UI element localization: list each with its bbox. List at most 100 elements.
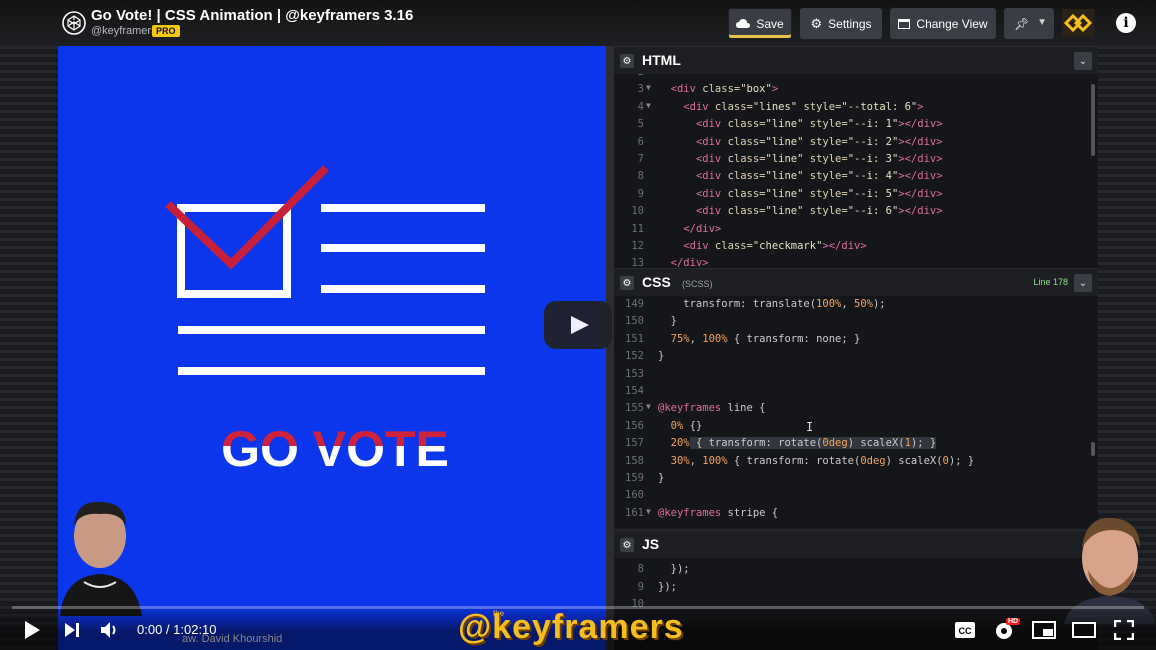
code-line[interactable]: 12 <div class="checkmark"></div>	[614, 240, 1098, 257]
code-token: });	[658, 563, 690, 576]
code-line[interactable]: 159}	[614, 472, 1098, 489]
gear-icon[interactable]: ⚙	[620, 276, 634, 290]
settings-label: Settings	[828, 16, 872, 31]
code-line[interactable]: 10 <div class="line" style="--i: 6"></di…	[614, 205, 1098, 222]
code-line[interactable]: 7 elevated: false,	[614, 558, 1098, 563]
miniplayer-icon[interactable]	[1032, 621, 1056, 639]
code-token: stripe {	[721, 506, 779, 519]
line-code: });	[658, 563, 690, 575]
code-token: @keyframes	[658, 506, 722, 519]
fullscreen-icon[interactable]	[1114, 620, 1134, 640]
line-code: }	[658, 315, 677, 327]
code-line[interactable]: 2	[614, 74, 1098, 83]
chevron-down-icon[interactable]: ⌄	[1074, 52, 1092, 70]
keyframers-logo-icon[interactable]	[1062, 9, 1094, 37]
chevron-down-icon[interactable]: ▼	[1037, 17, 1047, 28]
theater-mode-icon[interactable]	[1072, 622, 1096, 638]
code-line[interactable]: 151 75%, 100% { transform: none; }	[614, 333, 1098, 350]
code-line[interactable]: 8 <div class="line" style="--i: 4"></div…	[614, 170, 1098, 187]
line-number: 9	[637, 580, 644, 593]
code-token: 0deg	[860, 454, 886, 467]
code-token: { transform: rotate(	[689, 437, 823, 450]
code-line[interactable]: 13 </div>	[614, 257, 1098, 268]
captions-icon[interactable]: CC	[954, 621, 976, 639]
code-line[interactable]: 157 20% { transform: rotate(0deg) scaleX…	[614, 437, 1098, 454]
code-token: "line"	[765, 187, 804, 200]
line-number: 154	[625, 385, 644, 397]
html-code-editor[interactable]: 23▼ <div class="box">4▼ <div class="line…	[614, 74, 1098, 268]
fold-arrow-icon[interactable]: ▼	[646, 101, 651, 110]
video-frame[interactable]: Go Vote! | CSS Animation | @keyframers 3…	[0, 0, 1156, 650]
code-token: 50%	[854, 298, 873, 310]
fold-arrow-icon[interactable]: ▼	[646, 507, 651, 516]
code-token: <div	[695, 118, 722, 131]
code-line[interactable]: 4 ▼ <div class="lines" style="--total: 6"…	[614, 101, 1098, 118]
code-line[interactable]: 149 transform: translate(100%, 50%);	[614, 298, 1098, 315]
gear-icon[interactable]: ⚙	[620, 538, 634, 552]
volume-icon[interactable]	[99, 620, 119, 640]
code-line[interactable]: 153	[614, 368, 1098, 385]
code-token: "--i: 2"	[847, 135, 899, 148]
code-line[interactable]: 7 <div class="line" style="--i: 3"></div…	[614, 153, 1098, 170]
code-line[interactable]: 150 }	[614, 315, 1098, 332]
code-token: { transform: rotate(	[727, 454, 861, 467]
code-line[interactable]: 6 <div class="line" style="--i: 2"></div…	[614, 136, 1098, 153]
code-line[interactable]: 8 });	[614, 563, 1098, 580]
fold-arrow-icon[interactable]: ▼	[646, 83, 651, 92]
info-icon[interactable]: i	[1116, 13, 1136, 33]
chevron-down-icon[interactable]: ⌄	[1074, 274, 1092, 292]
code-token: "--i: 1"	[847, 118, 899, 131]
line-code: </div>	[658, 223, 721, 235]
line-code: <div class="line" style="--i: 6"></div>	[658, 205, 943, 217]
code-line[interactable]: 11 </div>	[614, 223, 1098, 240]
fold-arrow-icon[interactable]: ▼	[646, 402, 651, 411]
line-code: <div class="lines" style="--total: 6">	[658, 101, 923, 113]
layout-icon	[898, 18, 911, 29]
pin-icon: 📌︎	[1014, 16, 1030, 31]
save-button[interactable]: Save	[728, 8, 792, 39]
code-token: ) scaleX(	[885, 454, 943, 467]
code-line[interactable]: 161 ▼ @keyframes stripe {	[614, 507, 1098, 524]
line-code: @keyframes line {	[658, 402, 765, 414]
code-token: "box"	[740, 83, 772, 96]
code-line[interactable]: 155 ▼ @keyframes line {	[614, 402, 1098, 419]
big-play-button[interactable]	[544, 301, 612, 349]
pin-button[interactable]: 📌︎ ▼	[1004, 8, 1054, 39]
play-icon	[571, 316, 589, 334]
settings-button[interactable]: ⚙ Settings	[800, 8, 882, 39]
save-label: Save	[756, 16, 784, 31]
line-number: 149	[625, 298, 644, 310]
gear-icon[interactable]: ⚙	[620, 54, 634, 68]
play-icon[interactable]	[22, 620, 42, 640]
code-line[interactable]: 154	[614, 385, 1098, 402]
code-line[interactable]: 9 <div class="line" style="--i: 5"></div…	[614, 188, 1098, 205]
line-code: <div class="line" style="--i: 3"></div>	[658, 153, 943, 165]
code-token: "line"	[765, 170, 804, 183]
codepen-logo-icon[interactable]	[62, 11, 86, 35]
video-title[interactable]: Go Vote! | CSS Animation | @keyframers 3…	[91, 7, 413, 24]
css-code-editor[interactable]: I 149 transform: translate(100%, 50%); 15…	[614, 296, 1098, 528]
code-token: 0%	[670, 419, 684, 432]
code-line[interactable]: 156 0% {}	[614, 420, 1098, 437]
code-token: class=	[727, 135, 766, 148]
code-line[interactable]: 3 ▼ <div class="box">	[614, 83, 1098, 100]
code-line[interactable]: 9});	[614, 581, 1098, 598]
code-line[interactable]: 158 30%, 100% { transform: rotate(0deg) …	[614, 455, 1098, 472]
code-line[interactable]: 152}	[614, 350, 1098, 367]
webcam-host-left	[60, 501, 142, 616]
next-icon[interactable]	[63, 621, 81, 639]
channel-name[interactable]: @keyframers	[91, 25, 157, 37]
code-token: style=	[809, 205, 848, 218]
svg-text:CC: CC	[959, 626, 972, 636]
line-number: 157	[625, 437, 644, 450]
code-line[interactable]: 5 <div class="line" style="--i: 1"></div…	[614, 118, 1098, 135]
code-token: style=	[809, 153, 848, 165]
code-token: style=	[809, 135, 848, 148]
hd-badge: HD	[1006, 618, 1021, 625]
code-line[interactable]: 160	[614, 489, 1098, 506]
change-view-button[interactable]: Change View	[890, 8, 996, 39]
